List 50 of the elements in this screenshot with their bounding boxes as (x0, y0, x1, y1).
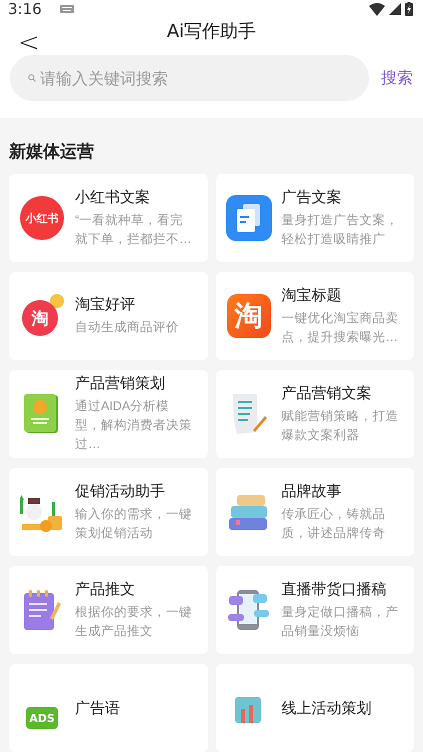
card-description: 一键优化淘宝商品卖点，提升搜索曝光… (282, 310, 400, 346)
tool-card[interactable]: 产品推文 根据你的要求，一键生成产品推文 (9, 566, 208, 654)
app-logo-icon: 小红书 (20, 196, 64, 240)
card-title: 小红书文案 (75, 188, 151, 206)
signal-icon (389, 3, 401, 15)
tool-card[interactable]: 促销活动助手 输入你的需求，一键策划促销活动 (9, 468, 208, 556)
card-title: 促销活动助手 (75, 482, 166, 500)
card-title: 产品推文 (75, 580, 136, 598)
card-description: 根据你的要求，一键生成产品推文 (75, 604, 193, 640)
tool-card[interactable]: 直播带货口播稿 量身定做口播稿，产品销量没烦恼 (216, 566, 414, 654)
wifi-icon (369, 2, 385, 16)
card-title: 广告文案 (282, 188, 342, 206)
card-title: 淘宝好评 (75, 295, 136, 314)
tool-card[interactable]: 淘 淘宝好评 自动生成商品评价 (9, 272, 208, 360)
card-description: 赋能营销策略，打造爆款文案利器 (282, 408, 400, 444)
keyboard-icon (60, 5, 74, 13)
card-description: 自动生成商品评价 (75, 319, 180, 336)
card-title: 品牌故事 (282, 482, 342, 500)
tool-card[interactable]: 产品营销策划 通过AIDA分析模型，解构消费者决策过… (9, 370, 208, 458)
shop-logo-icon: 淘 (226, 294, 270, 338)
document-icon (226, 195, 272, 241)
phone-chat-icon (226, 588, 270, 632)
search-icon (28, 74, 36, 82)
tool-card[interactable]: 广告文案 量身打造广告文案，轻松打造吸睛推广 (216, 174, 414, 262)
card-description: 传承匠心，铸就品质，讲述品牌传奇 (282, 506, 386, 542)
card-title: 淘宝标题 (282, 286, 342, 304)
search-button[interactable]: 搜索 (381, 68, 413, 88)
tool-card[interactable]: 产品营销文案 赋能营销策略，打造爆款文案利器 (216, 370, 414, 458)
tool-card[interactable]: 线上活动策划 (216, 664, 414, 752)
tool-card[interactable]: ADS 广告语 (9, 664, 208, 752)
card-title: 产品营销策划 (75, 374, 166, 393)
card-description: 量身定做口播稿，产品销量没烦恼 (282, 604, 400, 640)
card-description: 量身打造广告文案，轻松打造吸睛推广 (282, 212, 400, 248)
card-title: 线上活动策划 (282, 698, 372, 718)
section-heading: 新媒体运营 (9, 141, 95, 164)
card-description: 输入你的需求，一键策划促销活动 (75, 506, 193, 542)
back-button[interactable]: < (14, 28, 44, 58)
card-title: 产品营销文案 (282, 384, 372, 402)
notepad-icon (22, 588, 62, 632)
tool-card[interactable]: 品牌故事 传承匠心，铸就品质，讲述品牌传奇 (216, 468, 414, 556)
ads-logo-icon: ADS (26, 707, 58, 729)
tool-card[interactable]: 小红书 小红书文案 “一看就种草，看完就下单，拦都拦不… (9, 174, 208, 262)
card-title: 直播带货口播稿 (282, 580, 388, 598)
card-description: “一看就种草，看完就下单，拦都拦不… (75, 212, 192, 248)
status-time: 3:16 (8, 0, 42, 18)
tool-card[interactable]: 淘 淘宝标题 一键优化淘宝商品卖点，提升搜索曝光… (216, 272, 414, 360)
card-title: 广告语 (75, 698, 120, 718)
page-title: Ai写作助手 (166, 20, 256, 42)
search-field[interactable]: 请输入关键词搜索 (10, 55, 369, 101)
card-description: 通过AIDA分析模型，解构消费者决策过… (75, 398, 193, 453)
